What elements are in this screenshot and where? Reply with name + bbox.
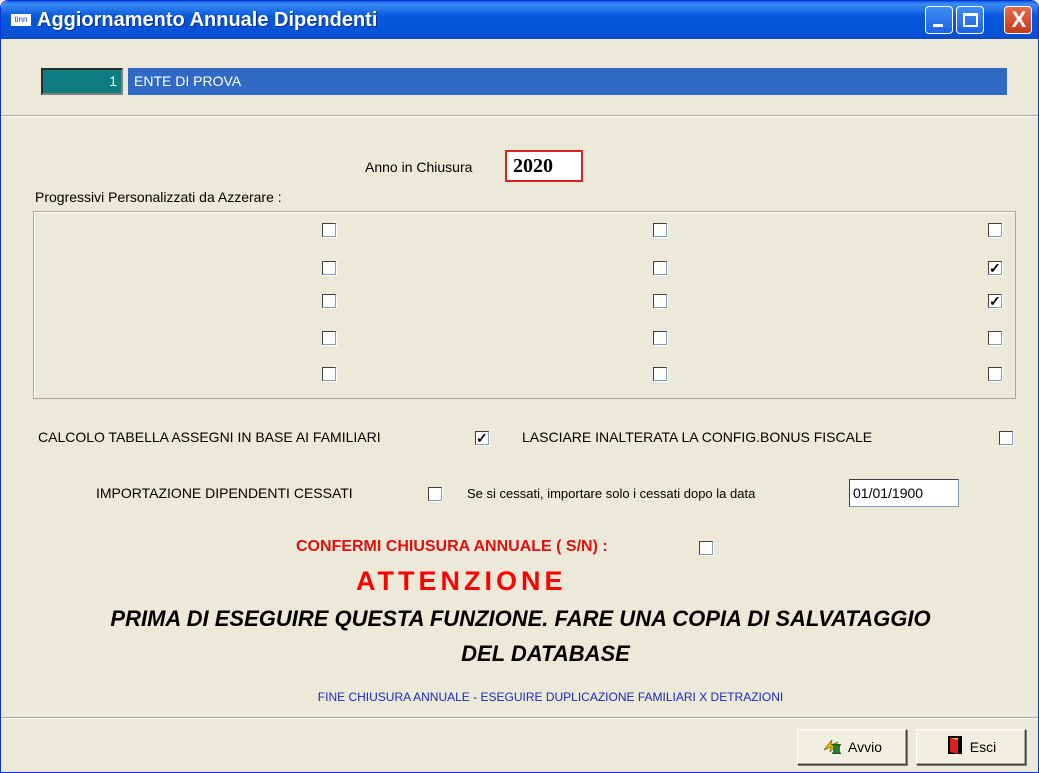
separator-top <box>1 115 1038 117</box>
cessati-date-input[interactable]: 01/01/1900 <box>849 479 959 507</box>
attenzione-title: ATTENZIONE <box>356 566 567 596</box>
minimize-button[interactable] <box>925 6 953 34</box>
calcolo-label: CALCOLO TABELLA ASSEGNI IN BASE AI FAMIL… <box>38 429 381 445</box>
progressivo-checkbox[interactable] <box>988 223 1002 237</box>
confirm-label: CONFERMI CHIUSURA ANNUALE ( S/N) : <box>296 538 608 555</box>
cessati-date-label: Se si cessati, importare solo i cessati … <box>467 486 756 501</box>
warning-line-1: PRIMA DI ESEGUIRE QUESTA FUNZIONE. FARE … <box>110 606 931 631</box>
import-cessati-label: IMPORTAZIONE DIPENDENTI CESSATI <box>96 485 353 501</box>
esci-label: Esci <box>969 739 997 755</box>
bonus-label: LASCIARE INALTERATA LA CONFIG.BONUS FISC… <box>522 429 873 445</box>
hourglass-run-icon <box>822 736 842 758</box>
avvio-button[interactable]: Avvio <box>797 729 907 765</box>
progressivo-checkbox[interactable] <box>988 367 1002 381</box>
maximize-icon <box>963 13 978 27</box>
esci-button[interactable]: Esci <box>916 729 1026 765</box>
progressivo-checkbox[interactable] <box>653 331 667 345</box>
progressivo-checkbox[interactable] <box>322 294 336 308</box>
title-bar[interactable]: tinn Aggiornamento Annuale Dipendenti X <box>1 1 1038 39</box>
progressivo-checkbox[interactable] <box>653 223 667 237</box>
confirm-checkbox[interactable] <box>699 541 713 555</box>
progressivo-checkbox[interactable] <box>653 261 667 275</box>
separator-bottom <box>1 717 1038 719</box>
footer-note: FINE CHIUSURA ANNUALE - ESEGUIRE DUPLICA… <box>317 690 784 704</box>
window-title: Aggiornamento Annuale Dipendenti <box>37 9 378 31</box>
progressivo-checkbox[interactable] <box>988 331 1002 345</box>
ente-name-field: ENTE DI PROVA <box>128 68 1007 95</box>
warning-line-2: DEL DATABASE <box>461 641 630 666</box>
progressivi-label: Progressivi Personalizzati da Azzerare : <box>35 189 282 205</box>
maximize-button[interactable] <box>956 6 984 34</box>
main-window: tinn Aggiornamento Annuale Dipendenti X … <box>0 0 1039 773</box>
anno-input[interactable]: 2020 <box>505 150 583 182</box>
progressivi-group <box>33 211 1016 399</box>
calcolo-checkbox[interactable] <box>475 429 489 447</box>
import-cessati-checkbox[interactable] <box>428 487 442 501</box>
avvio-label: Avvio <box>848 739 882 755</box>
ente-code-field: 1 <box>41 68 123 95</box>
progressivo-checkbox[interactable] <box>322 261 336 275</box>
progressivo-checkbox[interactable] <box>653 294 667 308</box>
exit-door-icon <box>946 735 964 759</box>
progressivo-checkbox[interactable] <box>322 331 336 345</box>
bonus-checkbox[interactable] <box>999 431 1013 445</box>
progressivo-checkbox[interactable] <box>988 259 1002 277</box>
app-icon: tinn <box>11 14 31 26</box>
progressivo-checkbox[interactable] <box>653 367 667 381</box>
close-icon: X <box>1011 7 1027 32</box>
minimize-icon <box>933 24 943 27</box>
anno-label: Anno in Chiusura <box>365 159 473 175</box>
progressivo-checkbox[interactable] <box>988 292 1002 310</box>
progressivo-checkbox[interactable] <box>322 223 336 237</box>
close-button[interactable]: X <box>1004 6 1032 34</box>
progressivo-checkbox[interactable] <box>322 367 336 381</box>
